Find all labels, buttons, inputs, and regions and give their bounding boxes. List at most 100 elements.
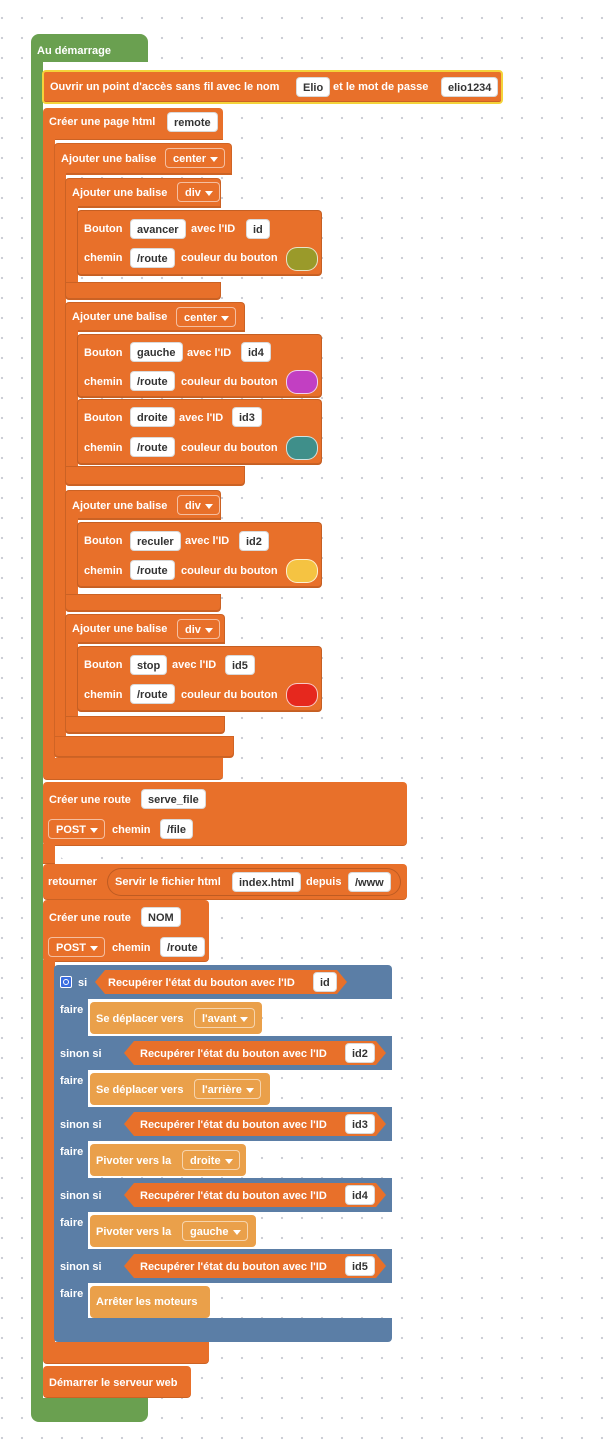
- direction-dropdown-gauche[interactable]: gauche: [182, 1221, 248, 1241]
- wifi-label: Ouvrir un point d'accès sans fil avec le…: [50, 81, 280, 93]
- condition-id-field[interactable]: id3: [345, 1114, 375, 1134]
- route-1-name-field[interactable]: serve_file: [141, 789, 206, 809]
- tag-div-2-footer: [65, 594, 221, 612]
- button-id-field[interactable]: id4: [241, 342, 271, 362]
- color-swatch-red[interactable]: [286, 683, 318, 707]
- action-label: Se déplacer vers: [96, 1013, 184, 1025]
- button-name-field[interactable]: droite: [130, 407, 175, 427]
- condition-id-field[interactable]: id5: [345, 1256, 375, 1276]
- route-1-path-field[interactable]: /file: [160, 819, 193, 839]
- button-path-word: chemin: [84, 442, 123, 454]
- button-id-word: avec l'ID: [179, 412, 224, 424]
- button-block-avancer[interactable]: [77, 210, 322, 276]
- route-1-method-dropdown[interactable]: POST: [48, 819, 105, 839]
- tag-div-2-dropdown[interactable]: div: [177, 495, 220, 515]
- serve-file-name-field[interactable]: index.html: [232, 872, 302, 892]
- color-swatch-yellow[interactable]: [286, 559, 318, 583]
- wifi-name-field[interactable]: Elio: [296, 77, 331, 97]
- direction-dropdown-avant[interactable]: l'avant: [194, 1008, 256, 1028]
- tag-center-label: Ajouter une balise: [61, 153, 157, 165]
- button-name-field[interactable]: stop: [130, 655, 168, 675]
- button-color-word: couleur du bouton: [181, 376, 278, 388]
- tag-center-footer: [54, 736, 234, 758]
- button-name-field[interactable]: avancer: [130, 219, 186, 239]
- route-2-footer: [43, 1342, 209, 1364]
- button-id-field[interactable]: id: [246, 219, 270, 239]
- button-id-field[interactable]: id3: [232, 407, 262, 427]
- tag-center-dropdown[interactable]: center: [165, 148, 226, 168]
- route-2-method-dropdown[interactable]: POST: [48, 937, 105, 957]
- color-swatch-teal[interactable]: [286, 436, 318, 460]
- condition-id-field[interactable]: id: [313, 972, 337, 992]
- button-path-word: chemin: [84, 252, 123, 264]
- condition-id-field[interactable]: id2: [345, 1043, 375, 1063]
- start-event-label: Au démarrage: [37, 45, 111, 57]
- route-1-statement-notch: [58, 846, 90, 860]
- condition-label: Recupérer l'état du bouton avec l'ID: [108, 977, 295, 989]
- action-label: Pivoter vers la: [96, 1226, 172, 1238]
- sinon-si-label: sinon si: [60, 1048, 102, 1060]
- route-1-chemin-label: chemin: [112, 824, 151, 836]
- route-2-path-field[interactable]: /route: [160, 937, 205, 957]
- route-2-label: Créer une route: [49, 912, 131, 924]
- condition-label: Recupérer l'état du bouton avec l'ID: [140, 1119, 327, 1131]
- create-page-footer: [43, 758, 223, 780]
- tag-div-3-label: Ajouter une balise: [72, 623, 168, 635]
- tag-div-3-dropdown[interactable]: div: [177, 619, 220, 639]
- faire-label: faire: [60, 1288, 84, 1300]
- route-1-label: Créer une route: [49, 794, 131, 806]
- sinon-si-label: sinon si: [60, 1190, 102, 1202]
- button-word: Bouton: [84, 347, 123, 359]
- tag-div-1-footer: [65, 282, 221, 300]
- button-id-field[interactable]: id2: [239, 531, 269, 551]
- button-color-word: couleur du bouton: [181, 252, 278, 264]
- button-path-field[interactable]: /route: [130, 437, 175, 457]
- color-swatch-magenta[interactable]: [286, 370, 318, 394]
- button-id-field[interactable]: id5: [225, 655, 255, 675]
- button-id-word: avec l'ID: [172, 659, 217, 671]
- serve-file-label: Servir le fichier html: [115, 876, 221, 888]
- route-1-spine: [43, 844, 55, 864]
- start-event-footer: [31, 1398, 148, 1422]
- start-event-spine: [31, 60, 43, 1400]
- button-color-word: couleur du bouton: [181, 689, 278, 701]
- if-block-footer: [54, 1318, 392, 1342]
- condition-id-field[interactable]: id4: [345, 1185, 375, 1205]
- action-label: Arrêter les moteurs: [96, 1296, 198, 1308]
- button-block-stop[interactable]: [77, 646, 322, 712]
- button-block-droite[interactable]: [77, 399, 322, 465]
- direction-dropdown-arriere[interactable]: l'arrière: [194, 1079, 261, 1099]
- wifi-password-field[interactable]: elio1234: [441, 77, 499, 97]
- button-name-field[interactable]: reculer: [130, 531, 181, 551]
- button-name-field[interactable]: gauche: [130, 342, 183, 362]
- button-id-word: avec l'ID: [187, 347, 232, 359]
- button-path-field[interactable]: /route: [130, 248, 175, 268]
- button-path-field[interactable]: /route: [130, 371, 175, 391]
- create-page-label: Créer une page html: [49, 116, 156, 128]
- button-id-word: avec l'ID: [191, 223, 236, 235]
- condition-label: Recupérer l'état du bouton avec l'ID: [140, 1048, 327, 1060]
- page-name-field[interactable]: remote: [167, 112, 218, 132]
- serve-file-dir-field[interactable]: /www: [348, 872, 391, 892]
- action-label: Pivoter vers la: [96, 1155, 172, 1167]
- button-word: Bouton: [84, 223, 123, 235]
- button-path-word: chemin: [84, 565, 123, 577]
- button-path-field[interactable]: /route: [130, 684, 175, 704]
- faire-label: faire: [60, 1146, 84, 1158]
- button-block-reculer[interactable]: [77, 522, 322, 588]
- color-swatch-olive[interactable]: [286, 247, 318, 271]
- tag-center-2-dropdown[interactable]: center: [176, 307, 237, 327]
- return-label: retourner: [48, 876, 97, 888]
- route-2-name-field[interactable]: NOM: [141, 907, 181, 927]
- button-word: Bouton: [84, 535, 123, 547]
- tag-div-1-label: Ajouter une balise: [72, 187, 168, 199]
- tag-center-2-footer: [65, 466, 245, 486]
- sinon-si-label: sinon si: [60, 1119, 102, 1131]
- tag-div-2-label: Ajouter une balise: [72, 500, 168, 512]
- if-si-label: si: [78, 977, 88, 989]
- button-path-word: chemin: [84, 689, 123, 701]
- button-path-field[interactable]: /route: [130, 560, 175, 580]
- tag-div-1-dropdown[interactable]: div: [177, 182, 220, 202]
- direction-dropdown-droite[interactable]: droite: [182, 1150, 240, 1170]
- settings-gear-icon[interactable]: [60, 976, 72, 988]
